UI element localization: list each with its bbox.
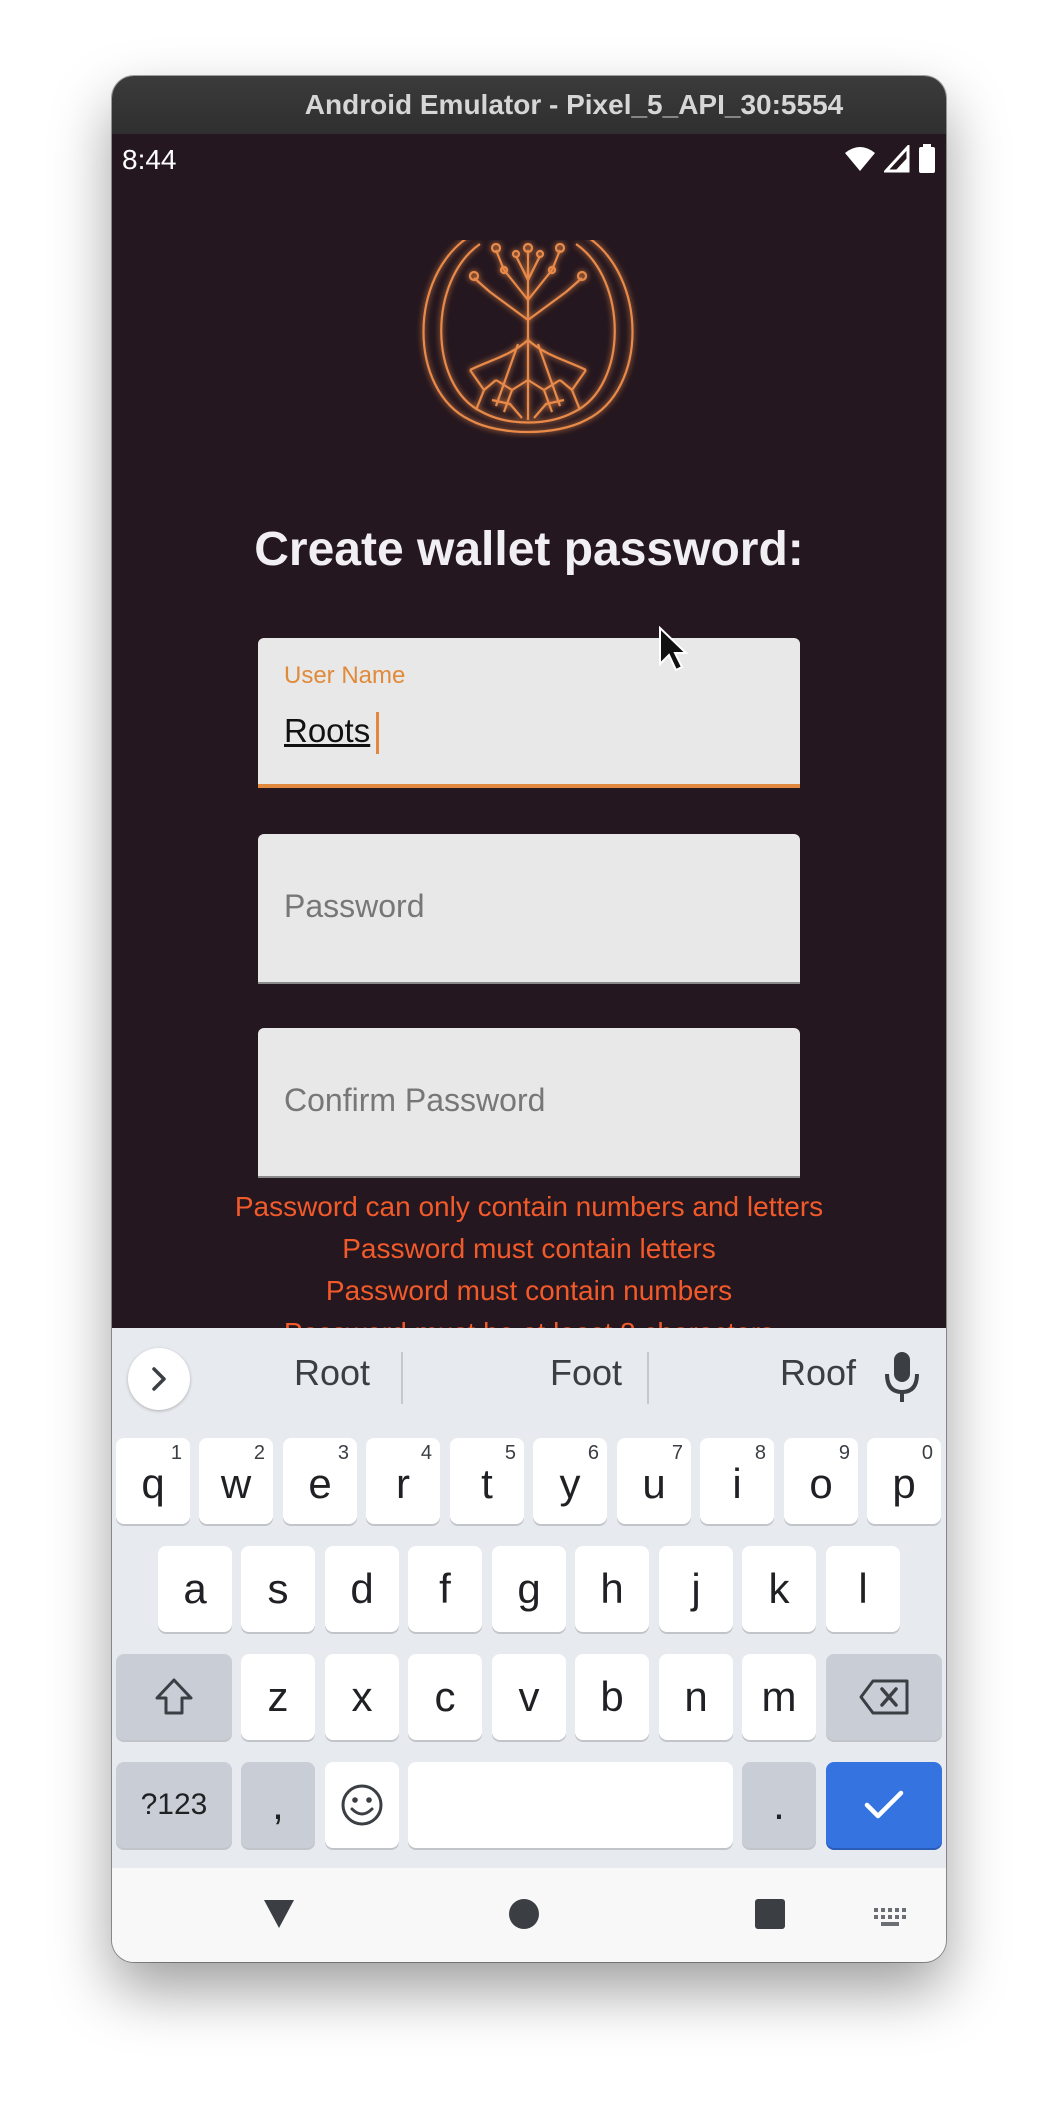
error-message: Password must contain letters bbox=[342, 1233, 716, 1264]
password-errors: Password can only contain numbers and le… bbox=[112, 1186, 946, 1328]
signal-icon bbox=[884, 145, 910, 173]
key-m[interactable]: m bbox=[742, 1654, 816, 1740]
microphone-icon[interactable] bbox=[882, 1350, 922, 1404]
suggestion-1[interactable]: Root bbox=[262, 1352, 402, 1402]
backspace-icon bbox=[859, 1679, 909, 1715]
suggestion-bar: Root Foot Roof bbox=[112, 1328, 946, 1426]
key-r[interactable]: 4r bbox=[366, 1438, 440, 1524]
key-y[interactable]: 6y bbox=[533, 1438, 607, 1524]
mouse-pointer-icon bbox=[659, 626, 688, 672]
key-v[interactable]: v bbox=[492, 1654, 566, 1740]
comma-key[interactable]: , bbox=[241, 1762, 315, 1848]
key-j[interactable]: j bbox=[659, 1546, 733, 1632]
key-z[interactable]: z bbox=[241, 1654, 315, 1740]
key-h[interactable]: h bbox=[575, 1546, 649, 1632]
key-w[interactable]: 2w bbox=[199, 1438, 273, 1524]
shift-icon bbox=[155, 1678, 193, 1715]
suggestion-divider bbox=[647, 1352, 649, 1404]
suggestion-divider bbox=[401, 1352, 403, 1404]
emoji-icon bbox=[341, 1784, 383, 1826]
key-g[interactable]: g bbox=[492, 1546, 566, 1632]
status-bar: 8:44 bbox=[112, 134, 946, 190]
key-c[interactable]: c bbox=[408, 1654, 482, 1740]
username-value: Roots bbox=[284, 712, 371, 749]
page-title: Create wallet password: bbox=[254, 523, 804, 576]
window-titlebar: Android Emulator - Pixel_5_API_30:5554 bbox=[112, 76, 946, 134]
check-icon bbox=[864, 1790, 904, 1819]
back-icon[interactable] bbox=[262, 1898, 296, 1930]
confirm-password-placeholder: Confirm Password bbox=[284, 1082, 546, 1118]
done-key[interactable] bbox=[826, 1762, 942, 1848]
key-i[interactable]: 8i bbox=[700, 1438, 774, 1524]
key-a[interactable]: a bbox=[158, 1546, 232, 1632]
password-field[interactable]: Password bbox=[258, 834, 800, 984]
backspace-key[interactable] bbox=[826, 1654, 942, 1740]
space-bar[interactable] bbox=[408, 1762, 733, 1848]
keyboard-switch-icon[interactable] bbox=[872, 1906, 908, 1928]
error-message: Password can only contain numbers and le… bbox=[234, 1191, 824, 1222]
key-b[interactable]: b bbox=[575, 1654, 649, 1740]
emulator-window: Android Emulator - Pixel_5_API_30:5554 8… bbox=[112, 76, 946, 1962]
period-key[interactable]: . bbox=[742, 1762, 816, 1848]
key-p[interactable]: 0p bbox=[867, 1438, 941, 1524]
password-placeholder: Password bbox=[284, 888, 425, 924]
key-q[interactable]: 1q bbox=[116, 1438, 190, 1524]
tree-logo bbox=[400, 240, 656, 438]
key-o[interactable]: 9o bbox=[784, 1438, 858, 1524]
confirm-password-field[interactable]: Confirm Password bbox=[258, 1028, 800, 1178]
shift-key[interactable] bbox=[116, 1654, 232, 1740]
key-s[interactable]: s bbox=[241, 1546, 315, 1632]
wallet-app-screen: 8:44 Create wallet password: User Name R… bbox=[112, 134, 946, 1328]
chevron-right-icon bbox=[152, 1367, 166, 1391]
key-l[interactable]: l bbox=[826, 1546, 900, 1632]
error-message: Password must be at least 8 characters bbox=[112, 1312, 946, 1328]
expand-toolbar-button[interactable] bbox=[128, 1348, 190, 1410]
emoji-key[interactable] bbox=[325, 1762, 399, 1848]
soft-keyboard: Root Foot Roof 1q 2w 3e 4r 5t 6y 7u 8i 9… bbox=[112, 1328, 946, 1868]
recents-icon[interactable] bbox=[754, 1898, 786, 1930]
symbols-key[interactable]: ?123 bbox=[116, 1762, 232, 1848]
error-message: Password must contain numbers bbox=[325, 1275, 733, 1306]
key-e[interactable]: 3e bbox=[283, 1438, 357, 1524]
key-f[interactable]: f bbox=[408, 1546, 482, 1632]
key-k[interactable]: k bbox=[742, 1546, 816, 1632]
username-input[interactable]: Roots bbox=[284, 712, 370, 750]
window-title: Android Emulator - Pixel_5_API_30:5554 bbox=[304, 89, 844, 120]
wifi-icon bbox=[845, 147, 875, 171]
key-x[interactable]: x bbox=[325, 1654, 399, 1740]
username-field[interactable]: User Name Roots bbox=[258, 638, 800, 788]
key-n[interactable]: n bbox=[659, 1654, 733, 1740]
navigation-bar bbox=[112, 1868, 946, 1962]
suggestion-2[interactable]: Foot bbox=[516, 1352, 656, 1402]
key-t[interactable]: 5t bbox=[450, 1438, 524, 1524]
key-d[interactable]: d bbox=[325, 1546, 399, 1632]
home-icon[interactable] bbox=[508, 1898, 540, 1930]
suggestion-3[interactable]: Roof bbox=[748, 1352, 888, 1402]
status-time: 8:44 bbox=[122, 144, 177, 175]
text-caret bbox=[374, 712, 379, 754]
battery-icon bbox=[919, 144, 935, 173]
username-label: User Name bbox=[284, 662, 406, 689]
status-icons bbox=[844, 144, 936, 174]
key-u[interactable]: 7u bbox=[617, 1438, 691, 1524]
